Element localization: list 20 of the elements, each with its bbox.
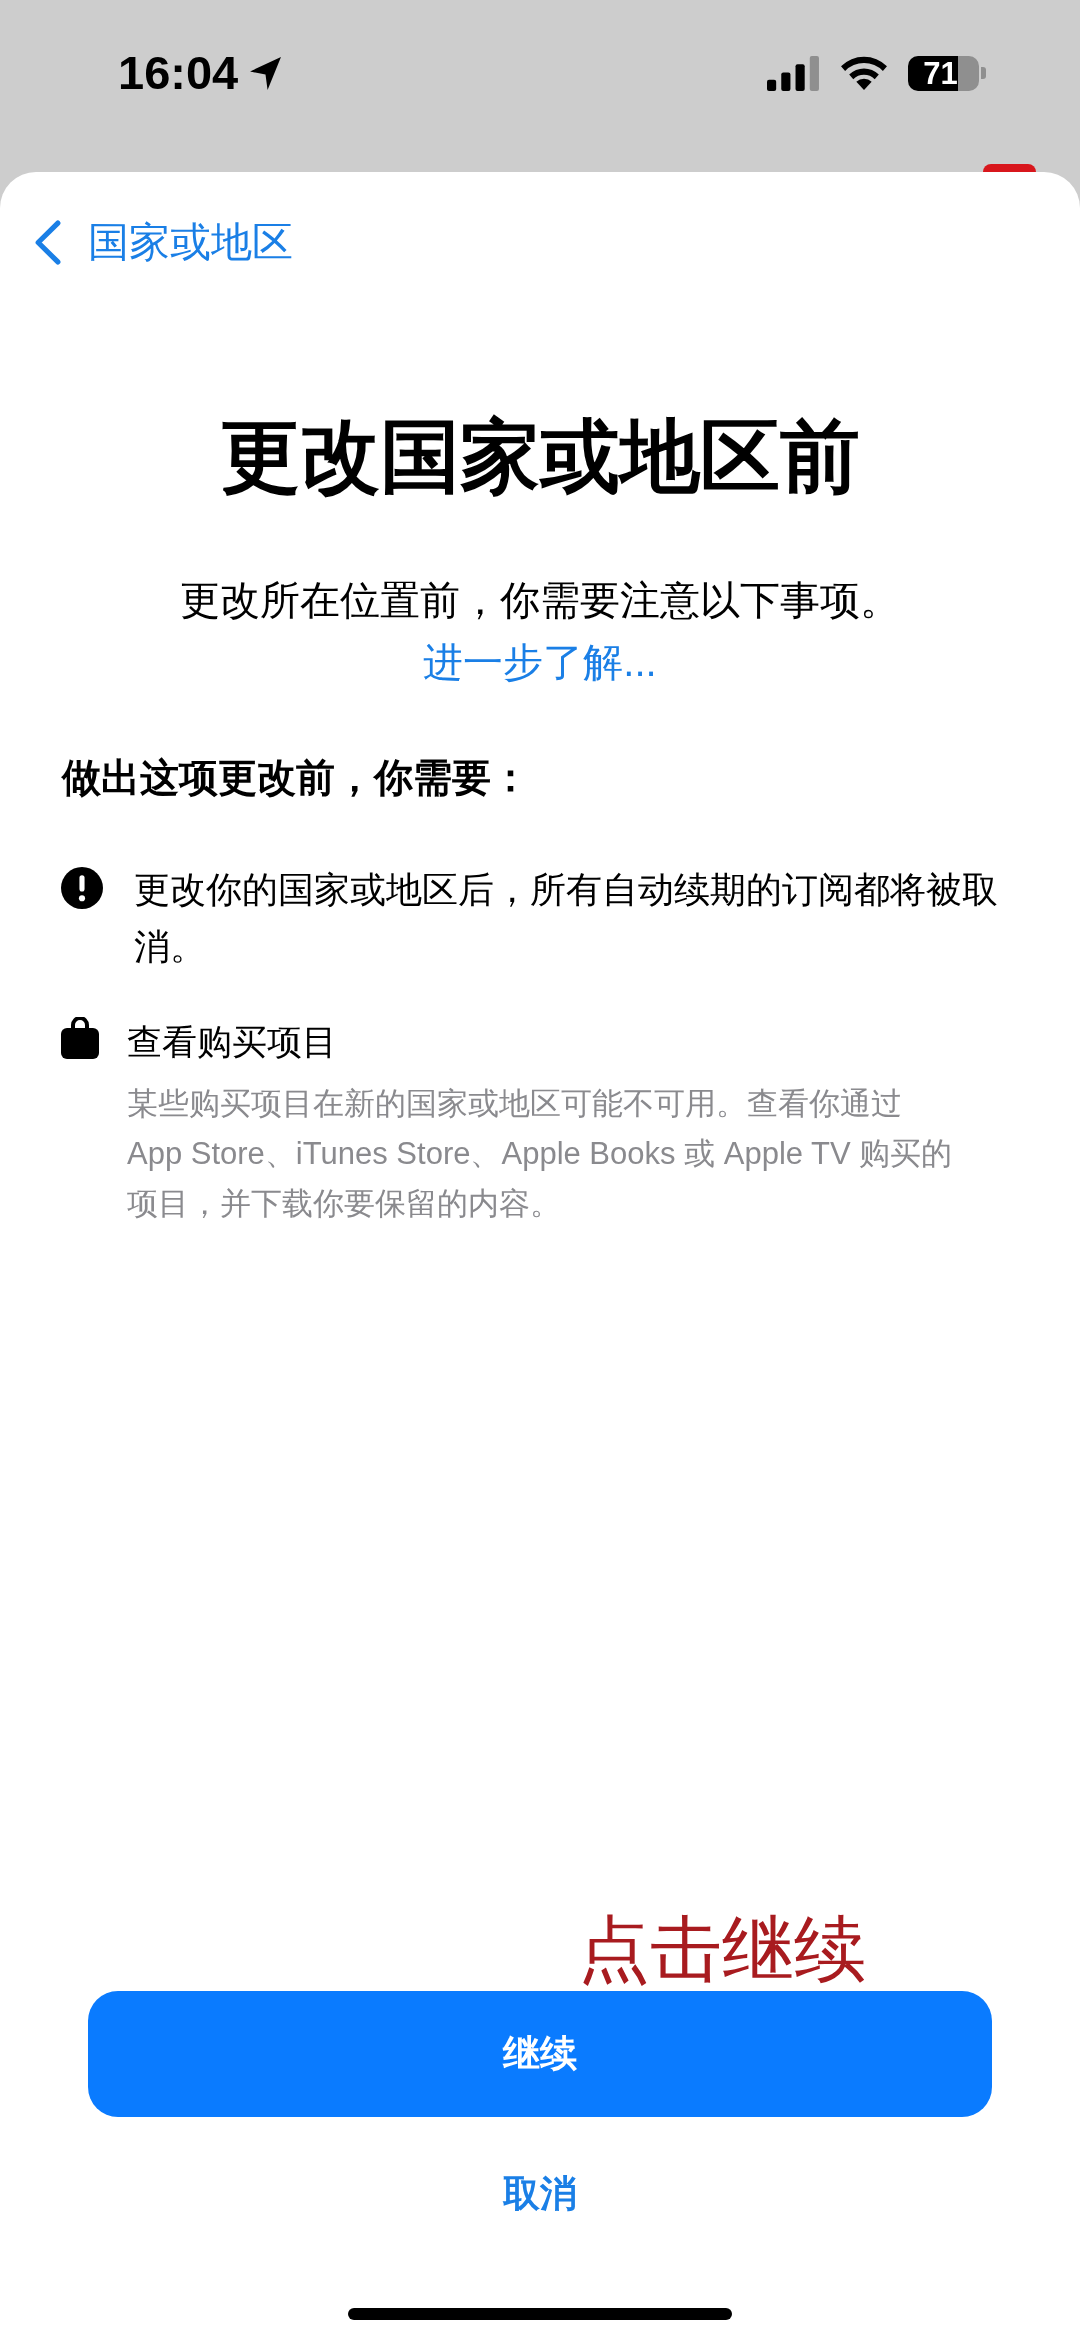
location-arrow-icon — [249, 55, 283, 91]
continue-button[interactable]: 继续 — [88, 1991, 992, 2117]
shopping-bag-icon — [61, 1017, 99, 1059]
signal-icon — [767, 55, 821, 91]
status-time: 16:04 — [118, 50, 239, 96]
chevron-left-icon — [33, 219, 62, 265]
exclamation-circle-icon — [61, 867, 103, 909]
battery-indicator: 71 — [908, 55, 986, 91]
notice-text: 更改你的国家或地区后，所有自动续期的订阅都将被取消。 — [134, 868, 999, 969]
item-title: 查看购买项目 — [127, 1021, 338, 1063]
learn-more-link[interactable]: 进一步了解... — [423, 640, 657, 684]
wifi-icon — [840, 56, 888, 90]
page-title: 更改国家或地区前 — [219, 411, 861, 503]
badge-icon — [983, 164, 1036, 172]
annotation-text: 点击继续 — [578, 1911, 866, 1987]
back-button[interactable]: 国家或地区 — [33, 212, 293, 272]
item-description: 某些购买项目在新的国家或地区可能不可用。查看你通过 App Store、iTunes Store、Apple Books 或 Apple TV 购买的项目，并下载你要保留的内容。 — [127, 1085, 954, 1223]
section-heading: 做出这项更改前，你需要： — [62, 755, 531, 801]
cancel-button[interactable]: 取消 — [493, 2167, 587, 2221]
intro-text: 更改所在位置前，你需要注意以下事项。 进一步了解... — [179, 577, 901, 686]
